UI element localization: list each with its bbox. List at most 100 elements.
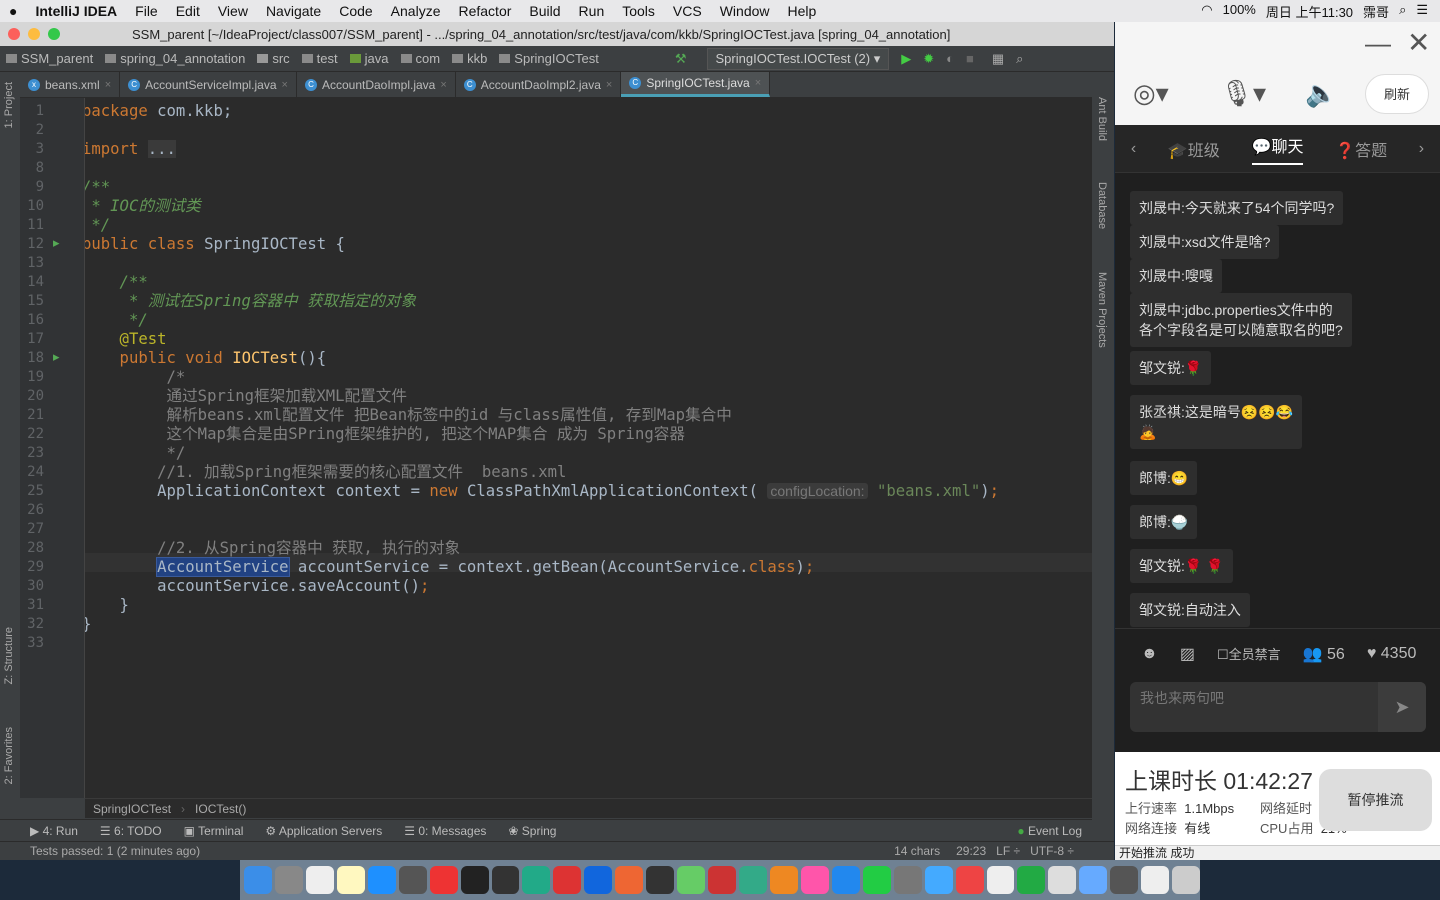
nav-crumb[interactable]: java bbox=[344, 51, 395, 66]
search-everywhere-icon[interactable]: ⌕ bbox=[1016, 51, 1023, 67]
prev-tab-icon[interactable]: ‹ bbox=[1131, 140, 1136, 158]
code-line[interactable]: //1. 加载Spring框架需要的核心配置文件 beans.xml bbox=[85, 463, 566, 482]
menu-file[interactable]: File bbox=[126, 3, 167, 19]
dock-app-icon[interactable] bbox=[336, 866, 365, 894]
code-line[interactable]: * 测试在Spring容器中 获取指定的对象 bbox=[85, 292, 416, 311]
image-icon[interactable]: ▨ bbox=[1180, 644, 1195, 664]
breadcrumb-method[interactable]: IOCTest() bbox=[195, 802, 246, 816]
tab-close-icon[interactable]: × bbox=[755, 77, 761, 89]
minimize-icon[interactable]: — bbox=[1365, 28, 1391, 59]
menu-tools[interactable]: Tools bbox=[613, 3, 664, 19]
code-line[interactable]: */ bbox=[85, 444, 185, 463]
tab-chat[interactable]: 💬聊天 bbox=[1251, 133, 1304, 165]
dock-app-icon[interactable] bbox=[522, 866, 551, 894]
wifi-icon[interactable]: ◠ bbox=[1201, 2, 1212, 21]
menu-refactor[interactable]: Refactor bbox=[449, 3, 520, 19]
code-line[interactable]: public class SpringIOCTest { bbox=[85, 235, 345, 254]
emoji-icon[interactable]: ☻ bbox=[1141, 645, 1158, 663]
code-line[interactable]: ApplicationContext context = new ClassPa… bbox=[85, 482, 999, 501]
database-tool-button[interactable]: Database bbox=[1096, 182, 1108, 229]
tool-window-button[interactable]: ▶ 4: Run bbox=[30, 824, 78, 838]
code-line[interactable]: package com.kkb; bbox=[85, 102, 232, 121]
stop-icon[interactable]: ■ bbox=[966, 51, 974, 66]
code-line[interactable]: 通过Spring框架加载XML配置文件 bbox=[85, 387, 406, 406]
dock-app-icon[interactable] bbox=[800, 866, 829, 894]
code-line[interactable]: */ bbox=[85, 311, 148, 330]
clock[interactable]: 周日 上午11:30 bbox=[1266, 2, 1353, 21]
next-tab-icon[interactable]: › bbox=[1419, 140, 1424, 158]
mute-all-checkbox[interactable]: ☐全员禁言 bbox=[1217, 644, 1281, 663]
dock-app-icon[interactable] bbox=[244, 866, 272, 894]
breadcrumb-class[interactable]: SpringIOCTest bbox=[93, 802, 171, 816]
tool-window-button[interactable]: ☰ 6: TODO bbox=[100, 824, 162, 838]
dock-app-icon[interactable] bbox=[924, 866, 953, 894]
tab-file[interactable]: C AccountDaoImpl.java × bbox=[297, 72, 456, 97]
status-position[interactable]: 29:23 bbox=[956, 844, 986, 858]
code-line[interactable]: /** bbox=[85, 178, 110, 197]
microphone-icon[interactable]: 🎙▾ bbox=[1220, 78, 1266, 109]
close-icon[interactable]: ✕ bbox=[1407, 26, 1430, 59]
menu-help[interactable]: Help bbox=[779, 3, 826, 19]
menu-run[interactable]: Run bbox=[570, 3, 614, 19]
refresh-button[interactable]: 刷新 bbox=[1365, 74, 1429, 114]
nav-crumb[interactable]: kkb bbox=[446, 51, 493, 66]
dock-app-icon[interactable] bbox=[1172, 866, 1201, 894]
code-line[interactable]: */ bbox=[85, 216, 110, 235]
structure-tool-button[interactable]: Z: Structure bbox=[3, 627, 15, 684]
search-icon[interactable]: ⌕ bbox=[1399, 2, 1406, 21]
tab-file[interactable]: C SpringIOCTest.java × bbox=[621, 72, 771, 97]
status-line-separator[interactable]: LF ÷ bbox=[996, 844, 1020, 858]
dock-app-icon[interactable] bbox=[398, 866, 427, 894]
project-structure-icon[interactable]: ▦ bbox=[992, 51, 1004, 67]
event-log-button[interactable]: ● Event Log bbox=[1017, 824, 1082, 838]
code-line[interactable]: accountService.saveAccount(); bbox=[85, 577, 429, 596]
nav-crumb[interactable]: SpringIOCTest bbox=[493, 51, 605, 66]
code-line[interactable]: import ... bbox=[85, 140, 176, 159]
tab-file[interactable]: C AccountDaoImpl2.java × bbox=[456, 72, 622, 97]
dock-app-icon[interactable] bbox=[986, 866, 1015, 894]
dock-app-icon[interactable] bbox=[584, 866, 613, 894]
favorites-tool-button[interactable]: 2: Favorites bbox=[3, 727, 15, 784]
nav-crumb[interactable]: test bbox=[296, 51, 344, 66]
tool-window-button[interactable]: ▣ Terminal bbox=[184, 824, 244, 838]
run-icon[interactable]: ▶ bbox=[901, 51, 911, 67]
menu-build[interactable]: Build bbox=[520, 3, 569, 19]
tool-window-button[interactable]: ❀ Spring bbox=[508, 824, 556, 838]
tool-window-button[interactable]: ⚙ Application Servers bbox=[265, 824, 382, 838]
minimize-window-button[interactable] bbox=[28, 28, 40, 40]
dock-app-icon[interactable] bbox=[429, 866, 458, 894]
menu-window[interactable]: Window bbox=[711, 3, 779, 19]
code-editor[interactable]: package com.kkb;import .../** * IOC的测试类 … bbox=[85, 98, 1092, 798]
apple-icon[interactable]: ● bbox=[0, 3, 26, 19]
run-gutter-icon[interactable]: ▸ bbox=[53, 349, 60, 365]
dock-app-icon[interactable] bbox=[1110, 866, 1139, 894]
code-line[interactable]: @Test bbox=[85, 330, 167, 349]
dock-app-icon[interactable] bbox=[708, 866, 736, 894]
speaker-icon[interactable]: 🔈 bbox=[1305, 78, 1337, 109]
build-hammer-icon[interactable]: ⚒ bbox=[675, 51, 687, 67]
menu-app[interactable]: IntelliJ IDEA bbox=[26, 3, 126, 19]
zoom-window-button[interactable] bbox=[48, 28, 60, 40]
camera-icon[interactable]: ◎▾ bbox=[1133, 78, 1169, 109]
nav-crumb[interactable]: spring_04_annotation bbox=[99, 51, 251, 66]
dock-app-icon[interactable] bbox=[677, 866, 706, 894]
tab-file[interactable]: C AccountServiceImpl.java × bbox=[120, 72, 297, 97]
dock-app-icon[interactable] bbox=[460, 866, 489, 894]
send-icon[interactable]: ➤ bbox=[1378, 682, 1426, 732]
dock-app-icon[interactable] bbox=[1048, 866, 1077, 894]
coverage-icon[interactable]: ◐ bbox=[946, 51, 954, 66]
code-line[interactable]: 这个Map集合是由SPring框架维护的, 把这个MAP集合 成为 Spring… bbox=[85, 425, 684, 444]
run-gutter-icon[interactable]: ▸ bbox=[53, 235, 60, 251]
code-line[interactable]: //2. 从Spring容器中 获取, 执行的对象 bbox=[85, 539, 460, 558]
menu-edit[interactable]: Edit bbox=[167, 3, 209, 19]
menu-view[interactable]: View bbox=[209, 3, 257, 19]
close-window-button[interactable] bbox=[8, 28, 20, 40]
dock-app-icon[interactable] bbox=[305, 866, 334, 894]
dock-app-icon[interactable] bbox=[615, 866, 644, 894]
dock-app-icon[interactable] bbox=[831, 866, 860, 894]
tool-window-button[interactable]: ☰ 0: Messages bbox=[404, 824, 486, 838]
ant-build-tool-button[interactable]: Ant Build bbox=[1096, 97, 1108, 141]
dock-app-icon[interactable] bbox=[367, 866, 396, 894]
tab-close-icon[interactable]: × bbox=[282, 79, 288, 91]
code-line[interactable]: 解析beans.xml配置文件 把Bean标签中的id 与class属性值, 存… bbox=[85, 406, 731, 425]
